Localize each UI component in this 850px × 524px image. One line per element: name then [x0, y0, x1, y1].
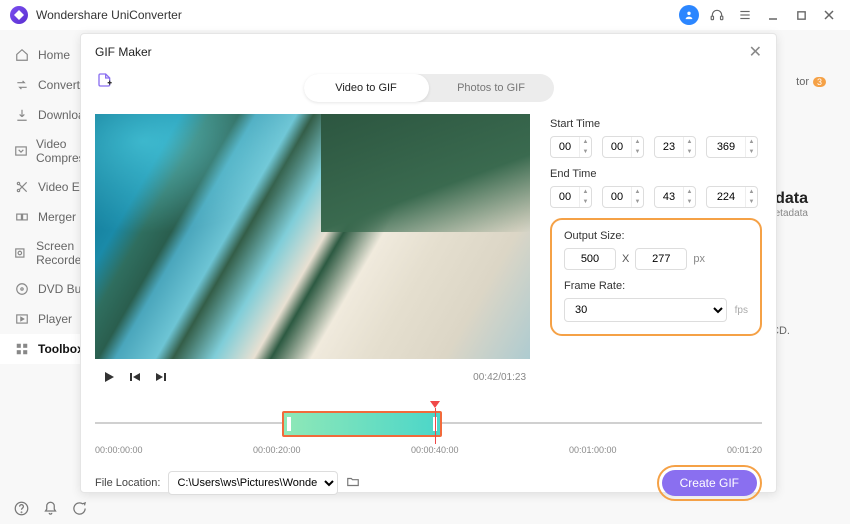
end-hours[interactable]: ▲▼ [550, 186, 592, 208]
timeline[interactable]: 00:00:00:0000:00:20:0000:00:40:0000:01:0… [95, 405, 762, 455]
output-size-label: Output Size: [564, 230, 748, 242]
bg-text-tor: tor3 [796, 76, 826, 88]
px-unit: px [693, 253, 705, 265]
bell-icon[interactable] [43, 501, 58, 519]
sidebar-item-label: Merger [38, 210, 76, 224]
open-folder-button[interactable] [346, 475, 360, 492]
play-button[interactable] [99, 367, 119, 387]
file-location-select[interactable]: C:\Users\ws\Pictures\Wonders [168, 471, 338, 495]
create-gif-button[interactable]: Create GIF [662, 470, 757, 496]
download-icon [14, 107, 30, 123]
badge: 3 [813, 77, 826, 87]
end-millis[interactable]: ▲▼ [706, 186, 758, 208]
gif-maker-panel: GIF Maker ✕ Video to GIF Photos to GIF 0… [80, 33, 777, 493]
tab-photos-to-gif[interactable]: Photos to GIF [429, 74, 554, 102]
output-settings-box: Output Size: X px Frame Rate: 30 fps [550, 218, 762, 336]
help-icon[interactable] [14, 501, 29, 519]
fps-unit: fps [735, 305, 748, 316]
home-icon [14, 47, 30, 63]
file-location-label: File Location: [95, 477, 160, 489]
menu-icon[interactable] [734, 4, 756, 26]
close-panel-button[interactable]: ✕ [749, 42, 762, 62]
start-millis[interactable]: ▲▼ [706, 136, 758, 158]
user-avatar[interactable] [678, 4, 700, 26]
output-height[interactable] [635, 248, 687, 270]
sidebar-item-label: Player [38, 312, 72, 326]
record-icon [14, 245, 28, 261]
maximize-button[interactable] [790, 4, 812, 26]
start-minutes[interactable]: ▲▼ [602, 136, 644, 158]
playback-time: 00:42/01:23 [473, 372, 526, 383]
app-title: Wondershare UniConverter [36, 8, 182, 22]
grid-icon [14, 341, 30, 357]
merge-icon [14, 209, 30, 225]
end-time-label: End Time [550, 168, 762, 180]
start-seconds[interactable]: ▲▼ [654, 136, 696, 158]
add-file-button[interactable] [95, 70, 115, 90]
time-ticks: 00:00:00:0000:00:20:0000:00:40:0000:01:0… [95, 445, 762, 455]
bg-metadata: dataetadata [775, 190, 808, 219]
prev-frame-button[interactable] [125, 367, 145, 387]
scissors-icon [14, 179, 30, 195]
start-time-label: Start Time [550, 118, 762, 130]
sidebar-item-label: Toolbox [38, 342, 84, 356]
size-x: X [622, 253, 629, 265]
playhead[interactable] [435, 401, 440, 444]
next-frame-button[interactable] [151, 367, 171, 387]
mode-tabs: Video to GIF Photos to GIF [304, 74, 554, 102]
frame-rate-label: Frame Rate: [564, 280, 748, 292]
start-hours[interactable]: ▲▼ [550, 136, 592, 158]
tab-video-to-gif[interactable]: Video to GIF [304, 74, 429, 102]
minimize-button[interactable] [762, 4, 784, 26]
play-icon [14, 311, 30, 327]
output-width[interactable] [564, 248, 616, 270]
frame-rate-select[interactable]: 30 [564, 298, 727, 322]
compress-icon [14, 143, 28, 159]
panel-title: GIF Maker [95, 45, 152, 59]
app-logo [10, 6, 28, 24]
close-window-button[interactable] [818, 4, 840, 26]
convert-icon [14, 77, 30, 93]
feedback-icon[interactable] [72, 501, 87, 519]
selection-range[interactable] [282, 411, 442, 437]
sidebar-item-label: Home [38, 48, 70, 62]
headset-icon[interactable] [706, 4, 728, 26]
video-preview[interactable] [95, 114, 530, 359]
end-seconds[interactable]: ▲▼ [654, 186, 696, 208]
end-minutes[interactable]: ▲▼ [602, 186, 644, 208]
disc-icon [14, 281, 30, 297]
create-gif-highlight: Create GIF [657, 465, 762, 501]
